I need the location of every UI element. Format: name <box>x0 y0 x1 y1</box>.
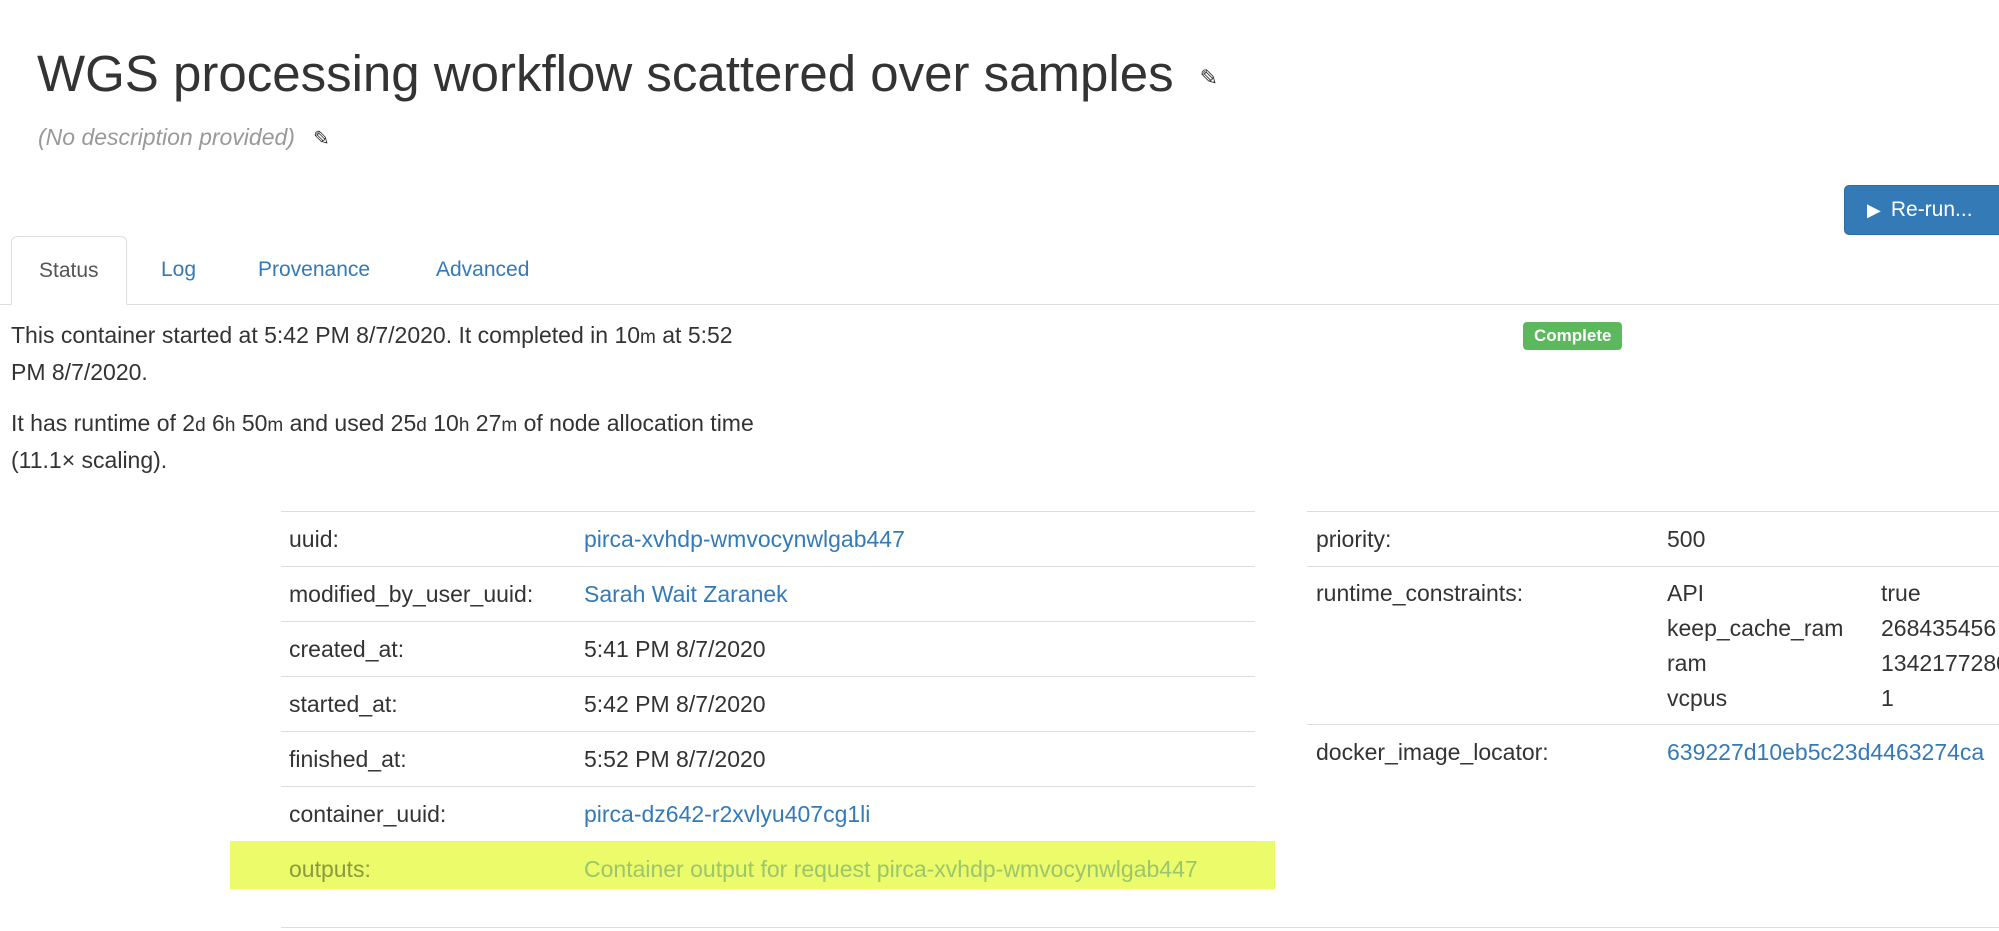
table-row: started_at: 5:42 PM 8/7/2020 <box>281 676 1255 732</box>
list-item: ram 1342177280 <box>1667 646 1999 681</box>
container-uuid-link[interactable]: pirca-dz642-r2xvlyu407cg1li <box>584 801 870 827</box>
property-key: outputs: <box>289 856 371 882</box>
rerun-button-label: Re-run... <box>1890 198 1973 221</box>
summary-text: PM 8/7/2020. <box>11 359 148 385</box>
property-key: priority: <box>1316 526 1392 552</box>
property-value: Container output for request pirca-xvhdp… <box>584 842 1255 897</box>
docker-image-link[interactable]: 639227d10eb5c23d4463274ca <box>1667 725 1984 779</box>
runtime-text: It has runtime of 2 <box>11 410 196 436</box>
table-row: priority: 500 <box>1307 511 1999 566</box>
tab-bar: Status Log Provenance Advanced <box>0 236 1999 305</box>
constraint-name: keep_cache_ram <box>1667 615 1844 641</box>
constraint-value: 1342177280 <box>1881 650 1999 676</box>
table-row: docker_image_locator: 639227d10eb5c23d44… <box>1307 724 1999 779</box>
runtime-text: 50 <box>235 410 268 436</box>
table-row: created_at: 5:41 PM 8/7/2020 <box>281 621 1255 677</box>
runtime-constraints-list: API true keep_cache_ram 268435456 ram 13421… <box>1667 576 1999 716</box>
unit-label: h <box>224 415 236 436</box>
property-key: runtime_constraints: <box>1316 580 1524 606</box>
description: (No description provided) ✎ <box>38 124 330 151</box>
table-row: runtime_constraints: API true keep_cache_… <box>1307 566 1999 724</box>
completion-summary: This container started at 5:42 PM 8/7/20… <box>11 318 811 390</box>
user-link[interactable]: Sarah Wait Zaranek <box>584 581 788 607</box>
unit-label: d <box>416 415 427 436</box>
property-value: 500 <box>1667 526 1706 552</box>
unit-label: h <box>458 415 470 436</box>
constraint-value: true <box>1881 580 1921 606</box>
property-value: 5:42 PM 8/7/2020 <box>584 691 766 717</box>
unit-label: m <box>640 327 656 348</box>
table-row: uuid: pirca-xvhdp-wmvocynwlgab447 <box>281 511 1255 567</box>
table-row: outputs: Container output for request pi… <box>281 841 1255 897</box>
container-properties: priority: 500 runtime_constraints: API tr… <box>1307 511 1999 779</box>
property-key: created_at: <box>289 636 405 662</box>
rerun-button[interactable]: ▶ Re-run... <box>1844 185 1999 235</box>
constraint-name: ram <box>1667 650 1707 676</box>
pencil-icon[interactable]: ✎ <box>1200 65 1218 90</box>
tab-advanced[interactable]: Advanced <box>409 236 556 304</box>
summary-text: at 5:52 <box>655 322 733 348</box>
table-row: container_uuid: pirca-dz642-r2xvlyu407cg… <box>281 786 1255 842</box>
constraint-name: API <box>1667 580 1705 606</box>
runtime-text: of node allocation time <box>517 410 754 436</box>
divider <box>281 927 1999 928</box>
property-key: modified_by_user_uuid: <box>289 581 534 607</box>
tab-status[interactable]: Status <box>11 236 127 305</box>
property-value: pirca-xvhdp-wmvocynwlgab447 <box>584 512 1255 567</box>
property-key: docker_image_locator: <box>1316 739 1549 765</box>
summary-text: This container started at 5:42 PM 8/7/20… <box>11 322 641 348</box>
unit-label: m <box>501 415 518 436</box>
scaling-text: (11.1× scaling). <box>11 447 168 473</box>
property-value: 5:52 PM 8/7/2020 <box>584 746 766 772</box>
pencil-icon[interactable]: ✎ <box>313 128 330 150</box>
tab-provenance[interactable]: Provenance <box>231 236 397 304</box>
constraint-name: vcpus <box>1667 685 1728 711</box>
list-item: vcpus 1 <box>1667 681 1999 716</box>
runtime-text: and used 25 <box>283 410 417 436</box>
description-text: (No description provided) <box>38 124 295 150</box>
property-key: container_uuid: <box>289 801 447 827</box>
list-item: keep_cache_ram 268435456 <box>1667 611 1999 646</box>
property-value: Sarah Wait Zaranek <box>584 567 1255 622</box>
runtime-text: 27 <box>469 410 502 436</box>
table-row: finished_at: 5:52 PM 8/7/2020 <box>281 731 1255 787</box>
list-item: API true <box>1667 576 1999 611</box>
runtime-summary: It has runtime of 2d 6h 50m and used 25d… <box>11 406 811 478</box>
page-title: WGS processing workflow scattered over s… <box>37 44 1218 108</box>
uuid-link[interactable]: pirca-xvhdp-wmvocynwlgab447 <box>584 526 905 552</box>
property-key: finished_at: <box>289 746 407 772</box>
outputs-link[interactable]: Container output for request pirca-xvhdp… <box>584 856 1198 882</box>
tab-log[interactable]: Log <box>134 236 223 304</box>
runtime-text: 10 <box>426 410 459 436</box>
property-value: 5:41 PM 8/7/2020 <box>584 636 766 662</box>
table-row: modified_by_user_uuid: Sarah Wait Zarane… <box>281 566 1255 622</box>
property-key: uuid: <box>289 526 339 552</box>
unit-label: d <box>195 415 206 436</box>
property-value: pirca-dz642-r2xvlyu407cg1li <box>584 787 1255 842</box>
play-icon: ▶ <box>1867 200 1881 220</box>
page-title-text: WGS processing workflow scattered over s… <box>37 45 1174 102</box>
runtime-text: 6 <box>205 410 225 436</box>
constraint-value: 268435456 <box>1881 615 1997 641</box>
property-key: started_at: <box>289 691 398 717</box>
constraint-value: 1 <box>1881 685 1894 711</box>
container-request-properties: uuid: pirca-xvhdp-wmvocynwlgab447 modifi… <box>281 511 1255 896</box>
status-badge: Complete <box>1523 322 1623 350</box>
unit-label: m <box>267 415 284 436</box>
